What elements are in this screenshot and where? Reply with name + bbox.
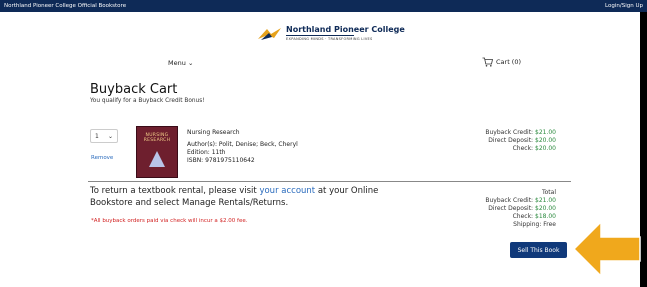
quantity-select[interactable]: 1 ⌄ xyxy=(90,129,118,143)
buyback-credit-value: $21.00 xyxy=(535,129,556,136)
book-edition: Edition: 11th xyxy=(187,149,226,156)
cart-label: Cart (0) xyxy=(496,58,522,66)
divider xyxy=(88,181,571,182)
store-name: Northland Pioneer College Official Books… xyxy=(4,3,127,9)
menu-label: Menu xyxy=(168,59,186,67)
book-title: Nursing Research xyxy=(187,129,240,136)
sell-this-book-button[interactable]: Sell This Book xyxy=(510,242,567,258)
logo-title: Northland Pioneer College xyxy=(286,25,405,34)
direct-deposit-label: Direct Deposit: xyxy=(488,137,534,144)
total-direct-label: Direct Deposit: xyxy=(488,205,534,212)
book-isbn: ISBN: 9781975110642 xyxy=(187,157,255,164)
item-prices: Buyback Credit: $21.00 Direct Deposit: $… xyxy=(485,129,556,153)
page-subtitle: You qualify for a Buyback Credit Bonus! xyxy=(90,98,205,104)
college-logo[interactable]: Northland Pioneer College EXPANDING MIND… xyxy=(257,26,405,42)
your-account-link[interactable]: your account xyxy=(259,186,315,196)
remove-link[interactable]: Remove xyxy=(91,155,113,161)
rental-text-before: To return a textbook rental, please visi… xyxy=(90,186,260,196)
book-cover-text: NURSING RESEARCH xyxy=(143,133,171,143)
book-authors: Author(s): Polit, Denise; Beck, Cheryl xyxy=(187,141,298,148)
check-value: $20.00 xyxy=(535,145,556,152)
totals-header: Total xyxy=(541,189,556,196)
pointer-arrow-icon xyxy=(572,220,641,278)
direct-deposit-value: $20.00 xyxy=(535,137,556,144)
totals-summary: Total Buyback Credit: $21.00 Direct Depo… xyxy=(485,189,556,229)
quantity-value: 1 xyxy=(95,132,99,140)
shipping-value: Free xyxy=(543,221,556,228)
book-details: Nursing Research Author(s): Polit, Denis… xyxy=(187,129,298,165)
cart-icon xyxy=(482,57,493,67)
logo-tagline: EXPANDING MINDS · TRANSFORMING LIVES xyxy=(286,37,373,41)
book-cover-image: NURSING RESEARCH xyxy=(136,126,178,178)
check-label: Check: xyxy=(512,145,534,152)
page: Northland Pioneer College EXPANDING MIND… xyxy=(0,12,641,287)
total-direct-value: $20.00 xyxy=(535,205,556,212)
shipping-label: Shipping: xyxy=(513,221,542,228)
total-check-label: Check: xyxy=(512,213,534,220)
total-buyback-label: Buyback Credit: xyxy=(485,197,534,204)
total-buyback-value: $21.00 xyxy=(535,197,556,204)
page-title: Buyback Cart xyxy=(90,82,178,97)
login-link[interactable]: Login/Sign Up xyxy=(605,3,643,9)
total-check-value: $18.00 xyxy=(535,213,556,220)
chevron-down-icon: ⌄ xyxy=(107,132,113,140)
logo-bird-icon xyxy=(258,28,281,40)
rental-notice: To return a textbook rental, please visi… xyxy=(90,185,420,209)
cover-pyramid-graphic xyxy=(149,151,165,167)
chevron-down-icon: ⌄ xyxy=(187,59,194,67)
cart-link[interactable]: Cart (0) xyxy=(482,57,521,67)
check-fee-warning: *All buyback orders paid via check will … xyxy=(91,218,248,224)
menu-dropdown[interactable]: Menu ⌄ xyxy=(168,59,193,67)
logo-rule xyxy=(286,35,354,36)
top-bar: Northland Pioneer College Official Books… xyxy=(0,0,647,12)
buyback-credit-label: Buyback Credit: xyxy=(485,129,534,136)
